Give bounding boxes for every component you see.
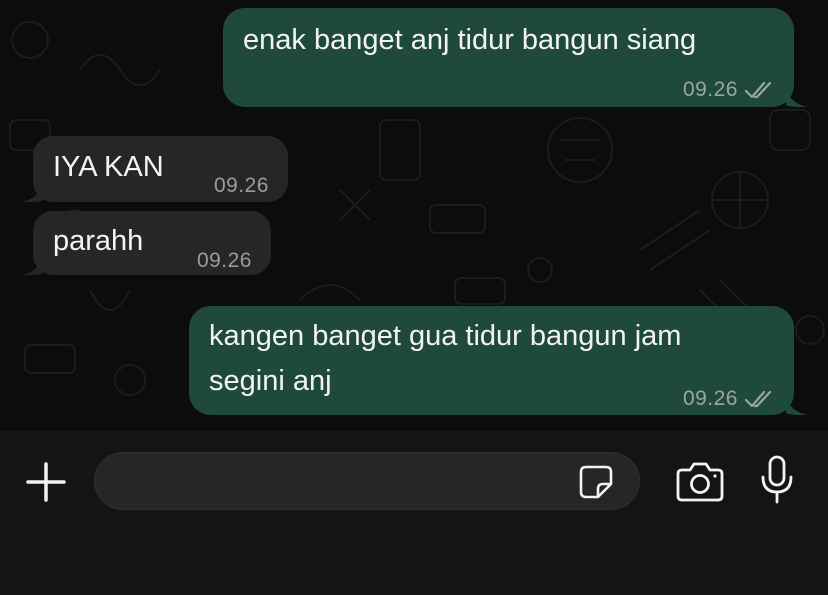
message-text: IYA KAN (53, 151, 164, 183)
message-time: 09.26 (682, 387, 738, 410)
message-text: parahh (53, 225, 144, 257)
camera-icon[interactable] (676, 460, 724, 502)
message-time: 09.26 (682, 78, 738, 101)
message-bubble-outgoing[interactable]: enak banget anj tidur bangun siang 09.26 (223, 8, 808, 109)
bubble-tail (21, 253, 43, 275)
double-check-icon (744, 81, 772, 98)
message-text-line: segini anj (209, 365, 332, 397)
message-bubble-incoming[interactable]: IYA KAN 09.26 (21, 136, 288, 205)
message-meta: 09.26 (214, 166, 269, 205)
message-bubble-incoming[interactable]: parahh 09.26 (21, 211, 271, 275)
message-time: 09.26 (213, 174, 269, 197)
message-text: enak banget anj tidur bangun siang (243, 24, 697, 56)
message-input[interactable] (94, 452, 640, 510)
plus-icon[interactable] (24, 460, 68, 504)
message-time: 09.26 (196, 249, 252, 272)
message-text-line: kangen banget gua tidur bangun jam (209, 320, 682, 352)
message-meta: 09.26 (683, 70, 774, 109)
bubble-tail (21, 180, 43, 202)
message-meta: 09.26 (197, 241, 252, 280)
chat-area: enak banget anj tidur bangun siang 09.26… (0, 0, 828, 431)
microphone-icon[interactable] (760, 455, 794, 505)
bubble-tail (786, 85, 808, 107)
message-meta: 09.26 (683, 379, 774, 418)
double-check-icon (744, 390, 772, 407)
sticker-icon[interactable] (578, 464, 614, 500)
bubble-tail (786, 393, 808, 415)
message-bubble-outgoing[interactable]: kangen banget gua tidur bangun jam segin… (189, 306, 808, 418)
